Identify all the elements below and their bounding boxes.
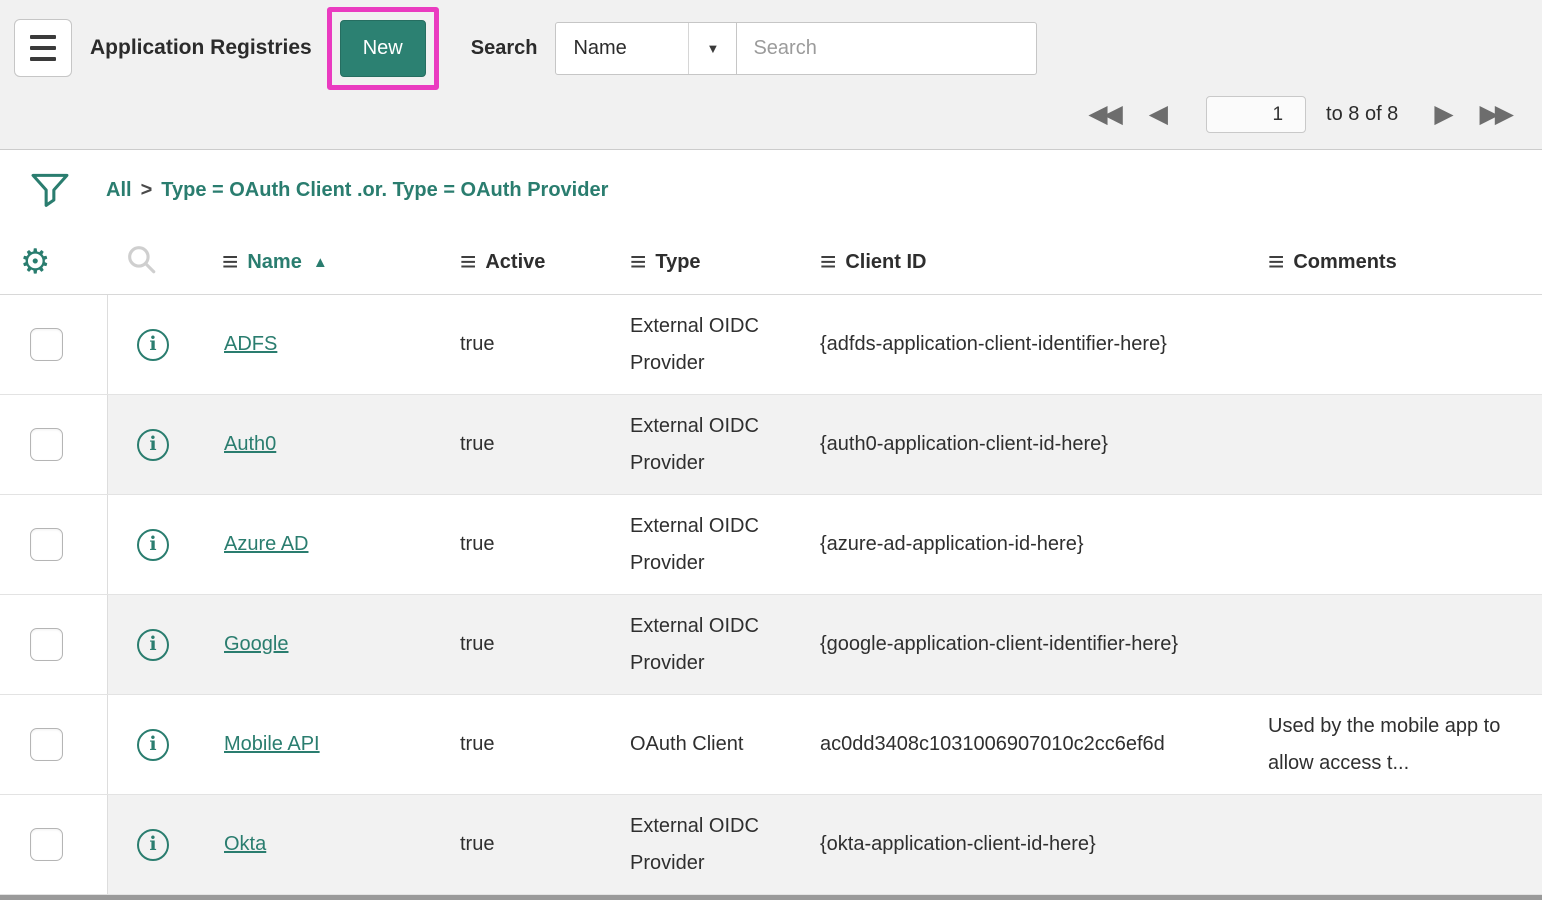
cell-client-id: {okta-application-client-id-here} (820, 826, 1268, 863)
breadcrumb: All > Type = OAuth Client .or. Type = OA… (106, 179, 608, 202)
table-row: i Azure AD true External OIDC Provider {… (0, 495, 1542, 595)
info-icon[interactable]: i (137, 329, 169, 361)
column-header-client-id[interactable]: ≡ Client ID (820, 248, 1268, 276)
table-row: i Auth0 true External OIDC Provider {aut… (0, 395, 1542, 495)
cell-active: true (460, 426, 630, 463)
hamburger-icon (30, 32, 56, 65)
cell-type: External OIDC Provider (630, 508, 820, 582)
table-row: i Mobile API true OAuth Client ac0dd3408… (0, 695, 1542, 795)
info-icon[interactable]: i (137, 729, 169, 761)
bottom-border (0, 895, 1542, 900)
pagination: ◀◀ ◀ to 8 of 8 ▶ ▶▶ (1068, 96, 1520, 133)
new-button[interactable]: New (340, 20, 426, 77)
cell-active: true (460, 726, 630, 763)
cell-client-id: {auth0-application-client-id-here} (820, 426, 1268, 463)
breadcrumb-filter-condition-link[interactable]: Type = OAuth Client .or. Type = OAuth Pr… (161, 179, 608, 202)
cell-client-id: {azure-ad-application-id-here} (820, 526, 1268, 563)
chevron-down-icon: ▼ (688, 23, 736, 74)
record-name-link[interactable]: Okta (224, 833, 266, 855)
page-number-input[interactable] (1206, 96, 1306, 133)
search-field-selected-value: Name (556, 23, 688, 74)
row-checkbox[interactable] (30, 628, 63, 661)
info-icon[interactable]: i (137, 429, 169, 461)
record-name-link[interactable]: Auth0 (224, 433, 276, 455)
record-name-link[interactable]: ADFS (224, 333, 277, 355)
table-row: i Google true External OIDC Provider {go… (0, 595, 1542, 695)
cell-active: true (460, 826, 630, 863)
cell-active: true (460, 626, 630, 663)
first-page-button[interactable]: ◀◀ (1082, 102, 1128, 127)
filter-funnel-icon[interactable] (30, 171, 70, 209)
prev-page-button[interactable]: ◀ (1143, 102, 1174, 127)
breadcrumb-all-link[interactable]: All (106, 179, 132, 202)
table-body: i ADFS true External OIDC Provider {adfd… (0, 295, 1542, 895)
info-icon[interactable]: i (137, 529, 169, 561)
column-header-name[interactable]: ≡ Name ▲ (222, 248, 460, 276)
info-icon[interactable]: i (137, 829, 169, 861)
search-field-select[interactable]: Name ▼ (555, 22, 737, 75)
sort-ascending-icon: ▲ (313, 254, 328, 271)
cell-type: External OIDC Provider (630, 808, 820, 882)
page-title: Application Registries (90, 36, 312, 60)
row-checkbox[interactable] (30, 828, 63, 861)
gear-icon[interactable]: ⚙ (20, 245, 50, 279)
table-header-row: ⚙ ≡ Name ▲ ≡ Active ≡ Type ≡ Client ID ≡… (0, 230, 1542, 295)
column-menu-icon[interactable]: ≡ (1268, 248, 1284, 276)
breadcrumb-separator: > (141, 179, 153, 202)
next-page-button[interactable]: ▶ (1428, 102, 1459, 127)
pagination-range-text: to 8 of 8 (1326, 103, 1398, 126)
search-icon[interactable] (124, 242, 158, 282)
record-name-link[interactable]: Google (224, 633, 289, 655)
annotation-highlight-box: New (327, 7, 439, 90)
record-name-link[interactable]: Mobile API (224, 733, 320, 755)
cell-active: true (460, 526, 630, 563)
list-context-menu-button[interactable] (14, 19, 72, 77)
cell-client-id: {adfds-application-client-identifier-her… (820, 326, 1268, 363)
cell-active: true (460, 326, 630, 363)
list-header: Application Registries New Search Name ▼… (0, 0, 1542, 150)
record-name-link[interactable]: Azure AD (224, 533, 308, 555)
cell-type: External OIDC Provider (630, 308, 820, 382)
filter-breadcrumb-bar: All > Type = OAuth Client .or. Type = OA… (0, 150, 1542, 230)
table-row: i Okta true External OIDC Provider {okta… (0, 795, 1542, 895)
column-header-active[interactable]: ≡ Active (460, 248, 630, 276)
cell-type: External OIDC Provider (630, 608, 820, 682)
table-row: i ADFS true External OIDC Provider {adfd… (0, 295, 1542, 395)
cell-client-id: ac0dd3408c1031006907010c2cc6ef6d (820, 726, 1268, 763)
cell-comments: Used by the mobile app to allow access t… (1268, 708, 1542, 782)
column-menu-icon[interactable]: ≡ (820, 248, 836, 276)
search-input[interactable] (737, 22, 1037, 75)
column-menu-icon[interactable]: ≡ (460, 248, 476, 276)
row-checkbox[interactable] (30, 328, 63, 361)
column-header-type[interactable]: ≡ Type (630, 248, 820, 276)
search-label: Search (471, 37, 538, 60)
last-page-button[interactable]: ▶▶ (1474, 102, 1520, 127)
column-header-comments[interactable]: ≡ Comments (1268, 248, 1542, 276)
row-checkbox[interactable] (30, 428, 63, 461)
cell-client-id: {google-application-client-identifier-he… (820, 626, 1268, 663)
row-checkbox[interactable] (30, 728, 63, 761)
row-checkbox[interactable] (30, 528, 63, 561)
column-menu-icon[interactable]: ≡ (630, 248, 646, 276)
cell-type: External OIDC Provider (630, 408, 820, 482)
info-icon[interactable]: i (137, 629, 169, 661)
cell-type: OAuth Client (630, 726, 820, 763)
column-menu-icon[interactable]: ≡ (222, 248, 238, 276)
